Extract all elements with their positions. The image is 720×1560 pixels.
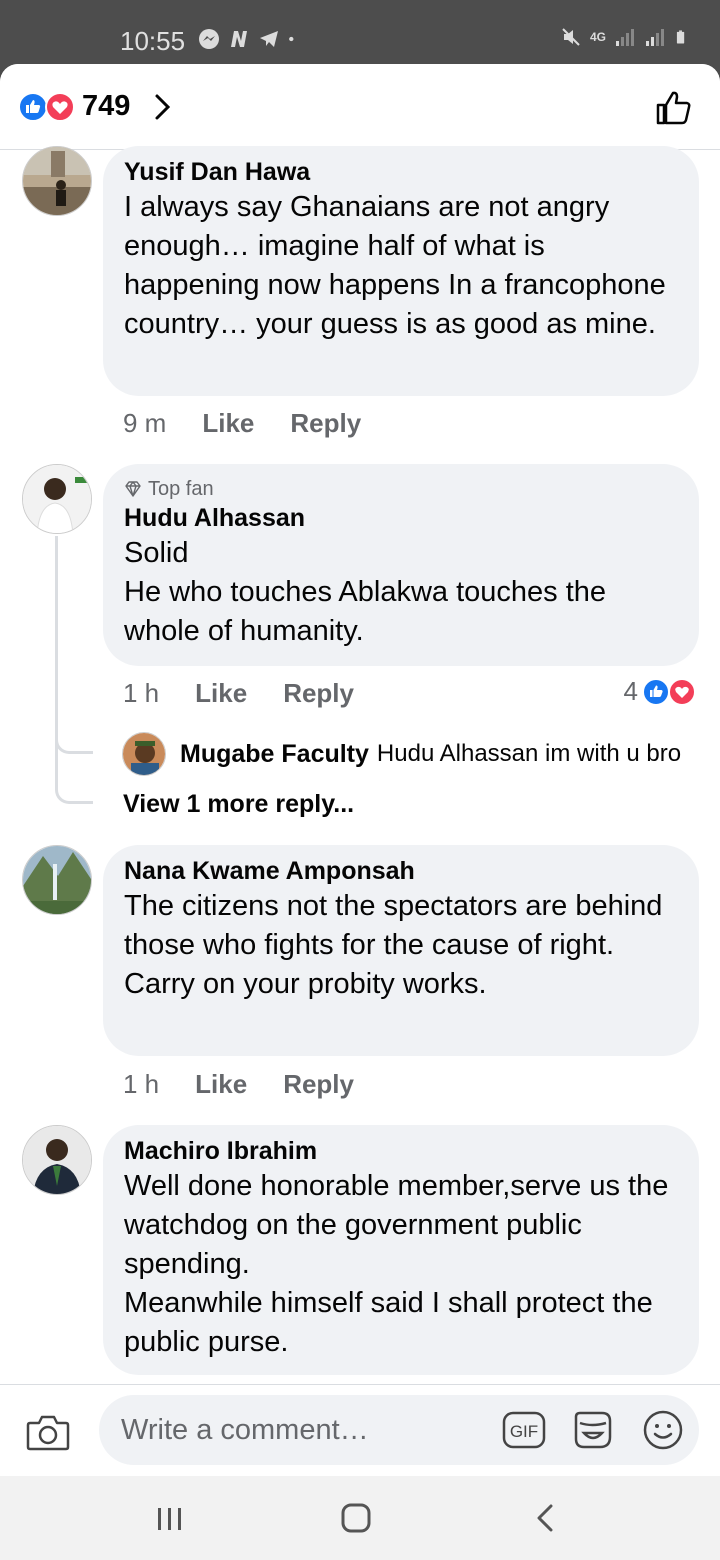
comment-bubble[interactable]: Machiro Ibrahim Well done honorable memb… — [103, 1125, 699, 1375]
reaction-icons — [18, 92, 75, 122]
comment-actions: 1 h Like Reply — [123, 1069, 354, 1100]
comment-bubble[interactable]: Top fan Hudu Alhassan Solid He who touch… — [103, 464, 699, 666]
comment-text-line: The citizens not the spectators are behi… — [124, 890, 663, 961]
reply-author[interactable]: Mugabe Faculty — [180, 740, 369, 769]
telegram-icon — [260, 31, 278, 47]
signal-icon — [646, 29, 664, 46]
home-icon[interactable] — [340, 1502, 372, 1534]
like-button[interactable]: Like — [202, 408, 254, 439]
avatar[interactable] — [22, 464, 92, 534]
reaction-count: 749 — [82, 90, 131, 122]
status-notification-icons — [198, 28, 300, 50]
avatar[interactable] — [22, 845, 92, 915]
status-bar: 10:55 4G — [0, 0, 720, 70]
like-button[interactable]: Like — [195, 678, 247, 709]
top-fan-badge: Top fan — [124, 476, 677, 502]
recent-apps-icon[interactable] — [155, 1506, 185, 1532]
network-4g-icon: 4G — [589, 30, 606, 44]
comment-author[interactable]: Hudu Alhassan — [124, 502, 677, 534]
comment-text-line: Carry on your probity works. — [124, 968, 487, 1000]
comment-bubble[interactable]: Nana Kwame Amponsah The citizens not the… — [103, 845, 699, 1056]
reply-button[interactable]: Reply — [290, 408, 361, 439]
like-reaction-icon — [18, 92, 48, 122]
gif-icon[interactable]: GIF — [502, 1411, 546, 1449]
comment-text-line: Meanwhile himself said I shall protect t… — [124, 1287, 653, 1358]
battery-icon — [676, 30, 685, 44]
chevron-right-icon — [155, 94, 171, 120]
top-fan-label: Top fan — [148, 478, 214, 500]
love-reaction-icon — [45, 92, 75, 122]
comments-sheet: 749 Yusif Dan Hawa I always say Ghanaian… — [0, 64, 720, 1476]
comment-time[interactable]: 1 h — [123, 678, 159, 709]
comment-time[interactable]: 1 h — [123, 1069, 159, 1100]
avatar[interactable] — [22, 1125, 92, 1195]
comment-text-line: He who touches Ablakwa touches the whole… — [124, 576, 607, 647]
comment-author[interactable]: Nana Kwame Amponsah — [124, 855, 677, 887]
comment-text-line: Solid — [124, 537, 189, 569]
reply-button[interactable]: Reply — [283, 678, 354, 709]
comment-actions: 9 m Like Reply — [123, 408, 361, 439]
camera-icon[interactable] — [26, 1413, 70, 1453]
sticker-icon[interactable] — [572, 1409, 614, 1451]
comment-reactions[interactable]: 4 — [624, 676, 698, 707]
avatar[interactable] — [22, 146, 92, 216]
emoji-icon[interactable] — [642, 1409, 684, 1451]
reactions-header[interactable]: 749 — [0, 64, 720, 150]
avatar-photo — [23, 147, 91, 215]
view-more-replies-link[interactable]: View 1 more reply... — [123, 790, 354, 819]
status-time: 10:55 — [120, 26, 186, 56]
reply-text: Hudu Alhassan im with u bro — [376, 740, 682, 767]
like-icon[interactable] — [654, 88, 694, 128]
comment-author[interactable]: Yusif Dan Hawa — [124, 156, 677, 188]
reaction-icons — [642, 677, 696, 706]
back-icon[interactable] — [532, 1502, 558, 1534]
messenger-icon — [199, 29, 219, 49]
avatar-photo — [23, 1126, 91, 1194]
mute-icon — [562, 28, 580, 46]
love-reaction-icon — [668, 677, 696, 706]
dot-icon — [289, 36, 294, 42]
thread-line — [55, 736, 93, 804]
comment-bubble[interactable]: Yusif Dan Hawa I always say Ghanaians ar… — [103, 146, 699, 396]
status-system-icons: 4G — [560, 26, 690, 48]
signal-icon — [616, 29, 634, 46]
comment-actions: 1 h Like Reply — [123, 678, 354, 709]
comment-composer: GIF — [0, 1384, 720, 1476]
avatar[interactable] — [122, 732, 166, 776]
diamond-icon — [125, 481, 141, 497]
reply-button[interactable]: Reply — [283, 1069, 354, 1100]
comment-reaction-count: 4 — [623, 676, 638, 706]
comment-text: I always say Ghanaians are not angry eno… — [124, 191, 666, 340]
avatar-photo — [123, 733, 165, 775]
like-reaction-icon — [642, 677, 670, 706]
comment-time[interactable]: 9 m — [123, 408, 166, 439]
system-nav-bar — [0, 1476, 720, 1560]
like-button[interactable]: Like — [195, 1069, 247, 1100]
reply-item[interactable]: Mugabe Faculty Hudu Alhassan im with u b… — [122, 732, 681, 776]
avatar-photo — [23, 465, 91, 533]
svg-text:GIF: GIF — [510, 1422, 538, 1441]
avatar-photo — [23, 846, 91, 914]
thread-line — [55, 536, 93, 754]
n-app-icon — [231, 31, 247, 47]
comment-author[interactable]: Machiro Ibrahim — [124, 1135, 677, 1167]
comment-text-line: Well done honorable member,serve us the … — [124, 1170, 669, 1280]
